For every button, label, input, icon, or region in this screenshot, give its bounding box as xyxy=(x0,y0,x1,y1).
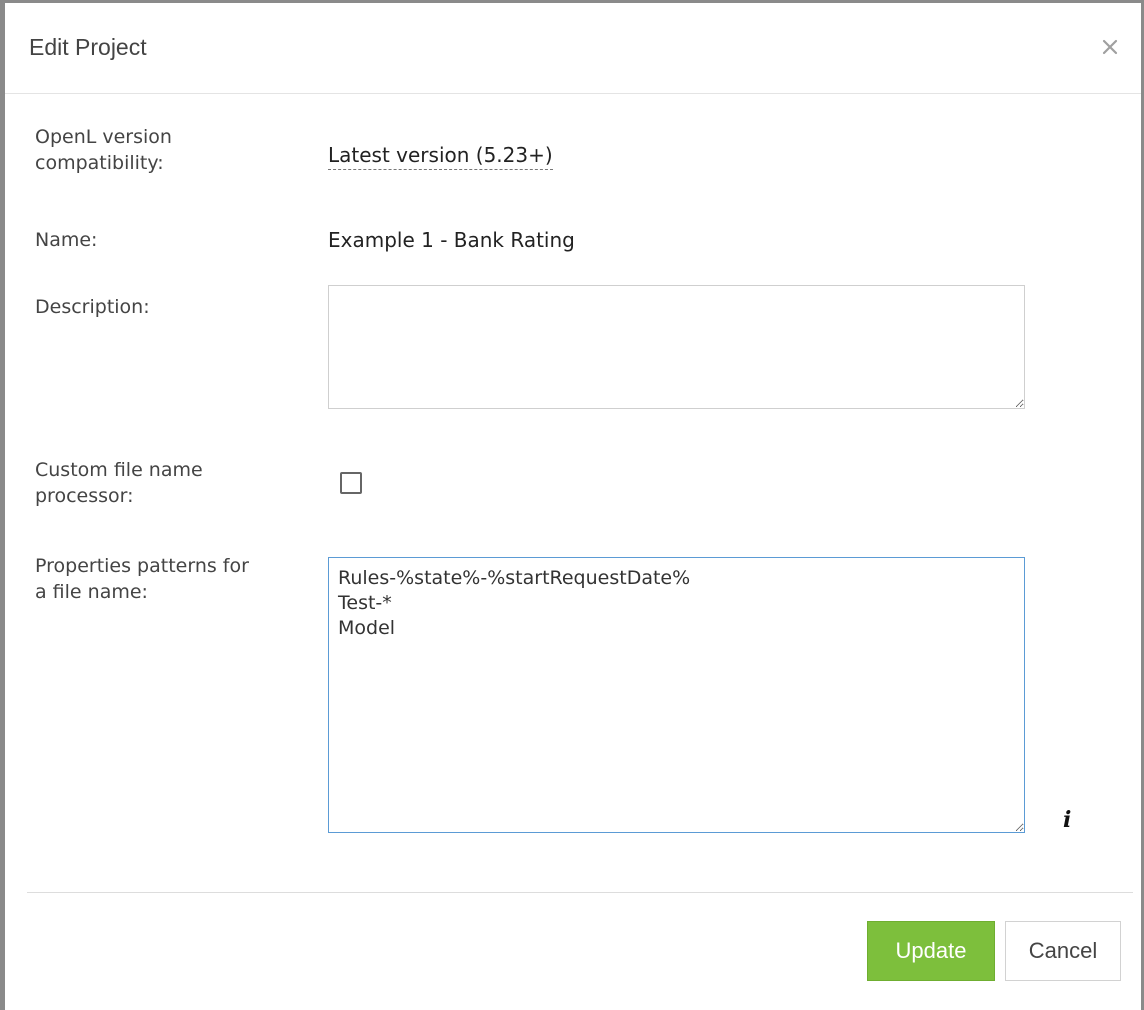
custom-processor-label-line1: Custom file name xyxy=(35,459,203,481)
patterns-textarea[interactable] xyxy=(328,557,1025,833)
info-icon[interactable]: i xyxy=(1063,807,1071,833)
close-icon[interactable] xyxy=(1099,36,1121,58)
version-label-line1: OpenL version xyxy=(35,126,172,148)
description-label: Description: xyxy=(35,296,150,318)
patterns-label-line1: Properties patterns for xyxy=(35,555,249,577)
name-label: Name: xyxy=(35,229,98,251)
close-icon-glyph xyxy=(1102,39,1118,55)
update-button[interactable]: Update xyxy=(867,921,995,981)
dialog-title: Edit Project xyxy=(29,34,147,60)
custom-processor-checkbox[interactable] xyxy=(340,472,362,494)
cancel-button[interactable]: Cancel xyxy=(1005,921,1121,981)
dialog-header: Edit Project xyxy=(5,3,1141,94)
version-label: OpenL version compatibility: xyxy=(35,124,172,176)
patterns-label: Properties patterns for a file name: xyxy=(35,553,249,605)
description-textarea[interactable] xyxy=(328,285,1025,409)
footer-divider xyxy=(27,892,1133,893)
custom-processor-label-line2: processor: xyxy=(35,485,134,507)
patterns-label-line2: a file name: xyxy=(35,581,148,603)
version-label-line2: compatibility: xyxy=(35,152,164,174)
custom-processor-label: Custom file name processor: xyxy=(35,457,203,509)
edit-project-dialog: Edit Project OpenL version compatibility… xyxy=(0,0,1144,1010)
version-selector[interactable]: Latest version (5.23+) xyxy=(328,143,553,170)
name-value: Example 1 - Bank Rating xyxy=(328,228,575,252)
